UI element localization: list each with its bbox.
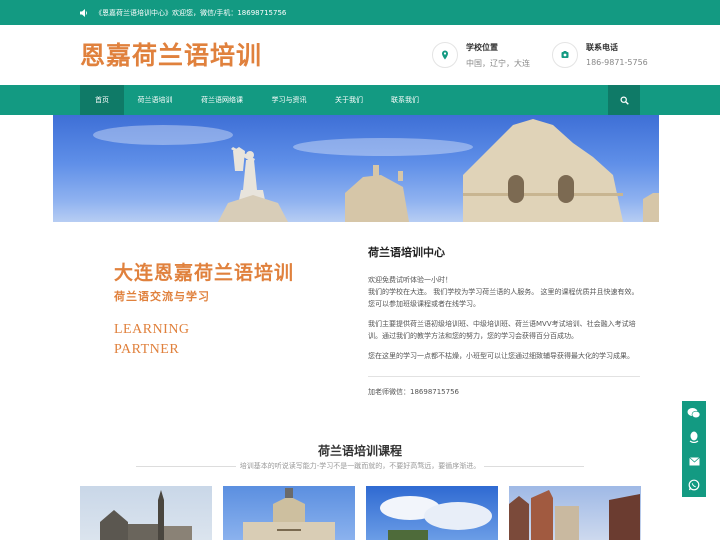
intro-divider xyxy=(368,376,640,377)
side-whatsapp-button[interactable] xyxy=(682,473,706,497)
poster-english: LEARNING PARTNER xyxy=(114,320,190,360)
course-card-2[interactable] xyxy=(223,486,355,540)
map-pin-icon xyxy=(432,42,458,68)
side-wechat-button[interactable] xyxy=(682,401,706,425)
phone-icon xyxy=(552,42,578,68)
course-card-3[interactable] xyxy=(366,486,498,540)
courses-subtitle-row: 培训基本的听说读写能力-学习不是一蹴而就的，不要好高骛远，要循序渐进。 xyxy=(80,461,640,473)
phone-value[interactable]: 186-9871-5756 xyxy=(586,58,648,67)
intro-wechat: 加老师微信：18698715756 xyxy=(368,388,459,396)
qq-icon xyxy=(689,431,699,443)
courses-subtitle: 培训基本的听说读写能力-学习不是一蹴而就的，不要好高骛远，要循序渐进。 xyxy=(239,462,481,470)
intro-section: 荷兰语培训中心 欢迎免费试听体验一小时！ 我们的学校在大连。 我们学校为学习荷兰… xyxy=(368,244,640,398)
site-logo[interactable]: 恩嘉荷兰语培训 xyxy=(80,36,262,72)
intro-paragraph-2: 我们主要提供荷兰语初级培训班、中级培训班、荷兰语MVV考试培训、社会融入考试培训… xyxy=(368,320,636,340)
side-mail-button[interactable] xyxy=(682,449,706,473)
course-image-4 xyxy=(509,490,640,540)
location-label: 学校位置 xyxy=(466,43,498,52)
intro-paragraph-1: 我们的学校在大连。 我们学校为学习荷兰语的人服务。 这里的课程优质并且快速有效。… xyxy=(368,288,639,308)
course-image-2 xyxy=(243,488,335,540)
speaker-icon xyxy=(80,8,89,17)
top-bar: 《恩嘉荷兰语培训中心》欢迎您，微信/手机：18698715756 xyxy=(0,0,720,25)
nav-item-home[interactable]: 首页 xyxy=(80,85,124,115)
mail-icon xyxy=(688,456,700,465)
location-info: 学校位置 中国，辽宁，大连 xyxy=(432,38,530,69)
course-card-4[interactable] xyxy=(509,486,641,540)
intro-welcome: 欢迎免费试听体验一小时！ xyxy=(368,276,452,284)
poster-english-line2: PARTNER xyxy=(114,342,180,357)
search-icon xyxy=(620,96,629,105)
nav-item-dutch-training[interactable]: 荷兰语培训 xyxy=(128,85,182,115)
nav-item-news[interactable]: 学习与资讯 xyxy=(262,85,316,115)
nav-item-about[interactable]: 关于我们 xyxy=(326,85,372,115)
search-button[interactable] xyxy=(608,85,640,115)
intro-paragraph-3: 您在这里的学习一点都不枯燥，小班型可以让您通过细致辅导获得最大化的学习成果。 xyxy=(368,352,634,360)
whatsapp-icon xyxy=(688,479,700,491)
intro-title: 荷兰语培训中心 xyxy=(368,246,445,259)
side-qq-button[interactable] xyxy=(682,425,706,449)
phone-label: 联系电话 xyxy=(586,43,618,52)
header: 恩嘉荷兰语培训 学校位置 中国，辽宁，大连 联系电话 186-9871-5756 xyxy=(0,25,720,85)
location-value: 中国，辽宁，大连 xyxy=(466,59,530,68)
main-nav: 首页 荷兰语培训 荷兰语网络课 学习与资讯 关于我们 联系我们 xyxy=(0,85,720,115)
poster-headline: 大连恩嘉荷兰语培训 xyxy=(114,262,295,284)
wechat-icon xyxy=(687,408,701,419)
intro-poster: 大连恩嘉荷兰语培训 荷兰语交流与学习 LEARNING PARTNER xyxy=(80,222,348,382)
course-card-1[interactable] xyxy=(80,486,212,540)
courses-title: 荷兰语培训课程 xyxy=(317,444,402,458)
poster-english-line1: LEARNING xyxy=(114,322,190,337)
nav-item-online-course[interactable]: 荷兰语网络课 xyxy=(192,85,252,115)
banner-illustration xyxy=(93,119,659,222)
phone-info: 联系电话 186-9871-5756 xyxy=(552,38,648,68)
course-image-1 xyxy=(100,490,192,540)
course-image-3 xyxy=(380,496,492,540)
nav-item-contact[interactable]: 联系我们 xyxy=(382,85,428,115)
top-notice: 《恩嘉荷兰语培训中心》欢迎您，微信/手机：18698715756 xyxy=(95,8,287,17)
hero-banner xyxy=(53,115,659,222)
poster-subline: 荷兰语交流与学习 xyxy=(114,290,210,303)
